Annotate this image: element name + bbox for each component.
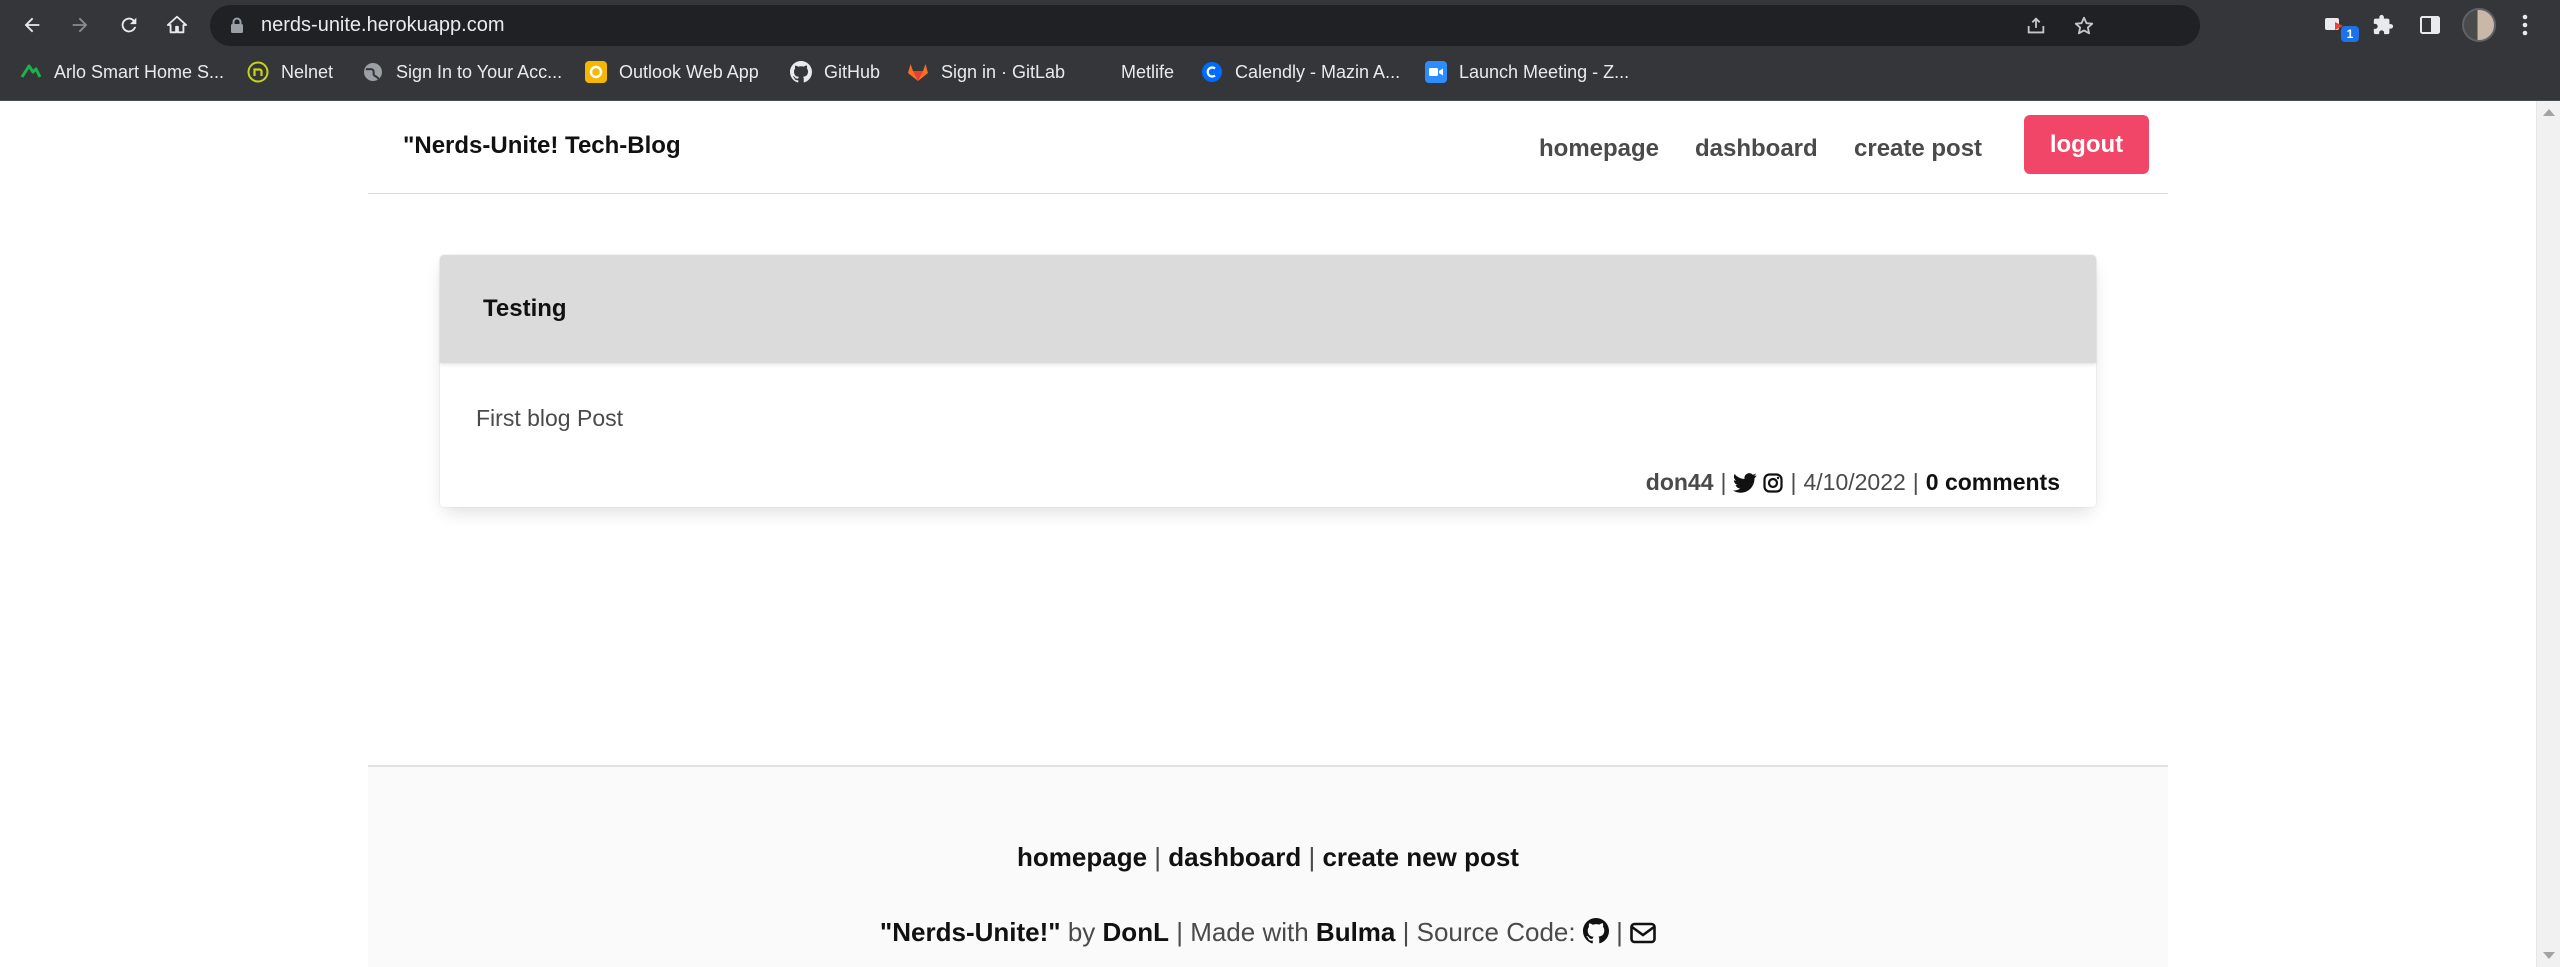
zoom-icon bbox=[1425, 61, 1447, 83]
calendly-icon bbox=[1201, 61, 1223, 83]
site-brand[interactable]: "Nerds-Unite! Tech-Blog bbox=[403, 101, 681, 191]
bookmark-arlo[interactable]: Arlo Smart Home S... bbox=[20, 50, 224, 94]
outlook-icon bbox=[585, 61, 607, 83]
bookmark-metlife[interactable]: Metlife bbox=[1087, 50, 1174, 94]
separator: | bbox=[1616, 917, 1623, 947]
nav-create-post-link[interactable]: create post bbox=[1854, 101, 1982, 197]
arlo-icon bbox=[20, 61, 42, 83]
bookmark-label: Sign in · GitLab bbox=[941, 61, 1066, 82]
separator: | bbox=[1720, 469, 1727, 495]
footer-links: homepage | dashboard | create new post bbox=[368, 842, 2168, 873]
post-card-header: Testing bbox=[440, 255, 2096, 363]
bookmark-zoom[interactable]: Launch Meeting - Z... bbox=[1425, 50, 1629, 94]
lock-icon bbox=[231, 17, 243, 33]
footer-made-with-text: Made with bbox=[1190, 917, 1309, 947]
bookmark-label: GitHub bbox=[824, 61, 881, 82]
kebab-menu-icon bbox=[2522, 14, 2528, 36]
separator: | bbox=[1790, 469, 1797, 495]
github-icon[interactable] bbox=[1582, 918, 1609, 951]
site-navbar: "Nerds-Unite! Tech-Blog homepage dashboa… bbox=[368, 101, 2168, 194]
envelope-icon[interactable] bbox=[1630, 920, 1656, 951]
reload-icon bbox=[121, 17, 137, 33]
instagram-icon[interactable] bbox=[1763, 472, 1784, 493]
footer-site-name: "Nerds-Unite!" bbox=[879, 917, 1061, 947]
bookmark-label: Outlook Web App bbox=[619, 61, 759, 82]
star-icon bbox=[2074, 16, 2094, 35]
post-meta: don44 | | 4/10/2022 | 0 comments bbox=[1646, 469, 2060, 496]
bookmark-label: Launch Meeting - Z... bbox=[1459, 61, 1630, 82]
github-icon bbox=[790, 61, 812, 83]
puzzle-icon bbox=[2373, 14, 2394, 35]
home-button[interactable] bbox=[159, 7, 195, 43]
logout-button[interactable]: logout bbox=[2024, 115, 2149, 174]
footer-homepage-link[interactable]: homepage bbox=[1017, 842, 1147, 872]
address-bar[interactable]: nerds-unite.herokuapp.com bbox=[210, 5, 2200, 46]
browser-toolbar: nerds-unite.herokuapp.com 1 bbox=[0, 0, 2560, 50]
page-content: "Nerds-Unite! Tech-Blog homepage dashboa… bbox=[0, 101, 2536, 967]
bookmark-label: Nelnet bbox=[281, 61, 334, 82]
footer-source-code-text: Source Code: bbox=[1416, 917, 1576, 947]
footer-framework-link[interactable]: Bulma bbox=[1316, 917, 1395, 947]
footer-dashboard-link[interactable]: dashboard bbox=[1168, 842, 1301, 872]
page-scrollbar[interactable] bbox=[2536, 101, 2560, 967]
post-date: 4/10/2022 bbox=[1803, 469, 1906, 495]
separator: | bbox=[1176, 917, 1183, 947]
bookmark-calendly[interactable]: Calendly - Mazin A... bbox=[1201, 50, 1400, 94]
bookmark-label: Sign In to Your Acc... bbox=[396, 61, 563, 82]
forward-button[interactable] bbox=[62, 7, 98, 43]
back-arrow-icon bbox=[24, 17, 40, 33]
bookmark-outlook[interactable]: Outlook Web App bbox=[585, 50, 759, 94]
post-card: Testing First blog Post don44 | | 4/10/2… bbox=[440, 255, 2096, 507]
menu-button[interactable] bbox=[2508, 8, 2542, 42]
reload-button[interactable] bbox=[111, 7, 147, 43]
bookmark-label: Arlo Smart Home S... bbox=[54, 61, 225, 82]
bookmark-gitlab[interactable]: Sign in · GitLab bbox=[907, 50, 1065, 94]
nav-dashboard-link[interactable]: dashboard bbox=[1695, 101, 1818, 197]
footer-author-link[interactable]: DonL bbox=[1103, 917, 1169, 947]
scroll-down-arrow-icon[interactable] bbox=[2543, 952, 2555, 959]
globe-icon bbox=[362, 61, 384, 83]
footer-create-post-link[interactable]: create new post bbox=[1322, 842, 1519, 872]
home-icon bbox=[166, 15, 188, 34]
url-text: nerds-unite.herokuapp.com bbox=[261, 14, 505, 36]
side-panel-button[interactable] bbox=[2413, 8, 2447, 42]
bookmark-star-button[interactable] bbox=[2071, 13, 2097, 39]
forward-arrow-icon bbox=[72, 17, 88, 33]
nav-homepage-link[interactable]: homepage bbox=[1539, 101, 1659, 197]
post-comments-link[interactable]: 0 comments bbox=[1926, 469, 2060, 496]
scroll-up-arrow-icon[interactable] bbox=[2543, 109, 2555, 116]
gitlab-icon bbox=[907, 61, 929, 83]
bookmark-nelnet[interactable]: Nelnet bbox=[247, 50, 333, 94]
footer-by-text: by bbox=[1067, 917, 1096, 947]
separator: | bbox=[1308, 842, 1316, 872]
separator: | bbox=[1154, 842, 1162, 872]
post-body: First blog Post bbox=[476, 405, 623, 431]
post-author: don44 bbox=[1645, 469, 1714, 495]
bookmark-sign-in[interactable]: Sign In to Your Acc... bbox=[362, 50, 562, 94]
profile-avatar[interactable] bbox=[2462, 8, 2496, 42]
bookmark-label: Calendly - Mazin A... bbox=[1235, 61, 1401, 82]
back-button[interactable] bbox=[14, 7, 50, 43]
site-footer: homepage | dashboard | create new post "… bbox=[368, 765, 2168, 967]
twitter-icon[interactable] bbox=[1733, 472, 1758, 493]
bookmarks-bar: Arlo Smart Home S... Nelnet Sign In to Y… bbox=[0, 50, 2560, 101]
bookmark-github[interactable]: GitHub bbox=[790, 50, 880, 94]
post-title[interactable]: Testing bbox=[483, 255, 567, 363]
share-icon bbox=[2027, 17, 2045, 34]
extension-badge: 1 bbox=[2341, 26, 2359, 42]
share-button[interactable] bbox=[2023, 13, 2049, 39]
separator: | bbox=[1402, 917, 1410, 947]
metlife-icon bbox=[1087, 61, 1109, 83]
nelnet-icon bbox=[247, 61, 269, 83]
side-panel-icon bbox=[2420, 16, 2440, 34]
footer-credits: "Nerds-Unite!" by DonL | Made with Bulma… bbox=[368, 917, 2168, 951]
extensions-button[interactable] bbox=[2366, 8, 2400, 42]
separator: | bbox=[1912, 469, 1919, 495]
bookmark-label: Metlife bbox=[1121, 61, 1175, 82]
